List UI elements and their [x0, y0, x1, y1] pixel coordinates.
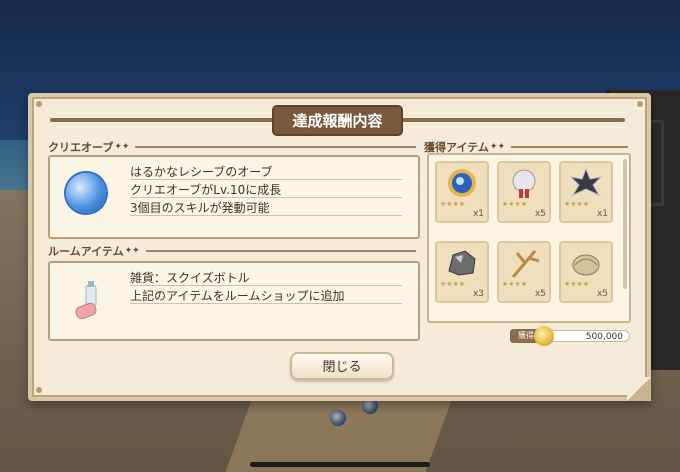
item-quantity: x1 — [472, 209, 484, 219]
divider — [511, 146, 628, 148]
room-item-header: ルームアイテム ✦✦ — [48, 243, 416, 259]
home-indicator[interactable] — [250, 462, 430, 467]
crie-orb-header-label: クリエオーブ — [48, 141, 114, 154]
blue-orb-medal-icon — [448, 169, 476, 197]
gold-value: 500,000 — [548, 330, 630, 342]
room-item-card: 雑貨：スクイズボトル 上記のアイテムをルームショップに追加 — [48, 261, 420, 341]
item-quantity: x5 — [534, 209, 546, 219]
item-quantity: x1 — [596, 209, 608, 219]
item-tile[interactable]: ★★★★ x5 — [497, 161, 551, 223]
divider — [135, 146, 416, 148]
close-button[interactable]: 閉じる — [290, 352, 394, 380]
dialog-title-bar: 達成報酬内容 — [50, 106, 625, 134]
fossil-shell-icon — [572, 254, 600, 276]
volleyball-orb-icon — [66, 173, 106, 213]
room-item-name: 雑貨：スクイズボトル — [130, 271, 250, 285]
orb-line2: 3個目のスキルが発動可能 — [130, 201, 270, 215]
sparkle-icon: ✦✦ — [114, 142, 130, 152]
divider — [145, 250, 416, 252]
item-tile[interactable]: ★★★★ x1 — [559, 161, 613, 223]
gold-coin-icon — [534, 326, 554, 346]
item-tile[interactable]: ★★★★ x3 — [435, 241, 489, 303]
squeeze-bottle-icon — [75, 281, 97, 320]
item-quantity: x5 — [596, 289, 608, 299]
crie-orb-card: はるかなレシーブのオーブ クリエオーブがLv.10に成長 3個目のスキルが発動可… — [48, 155, 420, 239]
obtained-items-grid[interactable]: ★★★★ x1 ★★★★ x5 ★★★★ x1 ★★★★ x3 ★★★★ x5 … — [427, 153, 631, 323]
silver-medal-ribbon-icon — [512, 169, 536, 198]
items-scrollbar[interactable] — [623, 159, 627, 289]
orb-name: はるかなレシーブのオーブ — [130, 165, 273, 179]
ore-rock-icon — [448, 250, 476, 276]
room-item-header-label: ルームアイテム — [48, 245, 124, 258]
sparkle-icon: ✦✦ — [124, 246, 140, 256]
orb-line1: クリエオーブがLv.10に成長 — [130, 183, 282, 197]
sparkle-icon: ✦✦ — [489, 142, 505, 152]
reward-dialog: 達成報酬内容 クリエオーブ ✦✦ はるかなレシーブのオーブ クリエオーブがLv.… — [28, 93, 651, 401]
item-tile[interactable]: ★★★★ x5 — [497, 241, 551, 303]
dark-crystal-icon — [569, 167, 603, 197]
crie-orb-header: クリエオーブ ✦✦ — [48, 139, 416, 155]
gold-row: 500,000 獲得 — [510, 326, 630, 346]
branch-icon — [511, 250, 540, 278]
page-curl — [627, 377, 651, 401]
item-quantity: x3 — [472, 289, 484, 299]
item-tile[interactable]: ★★★★ x1 — [435, 161, 489, 223]
dialog-title: 達成報酬内容 — [274, 106, 401, 134]
item-quantity: x5 — [534, 289, 546, 299]
room-item-line1: 上記のアイテムをルームショップに追加 — [130, 289, 345, 303]
item-tile[interactable]: ★★★★ x5 — [559, 241, 613, 303]
